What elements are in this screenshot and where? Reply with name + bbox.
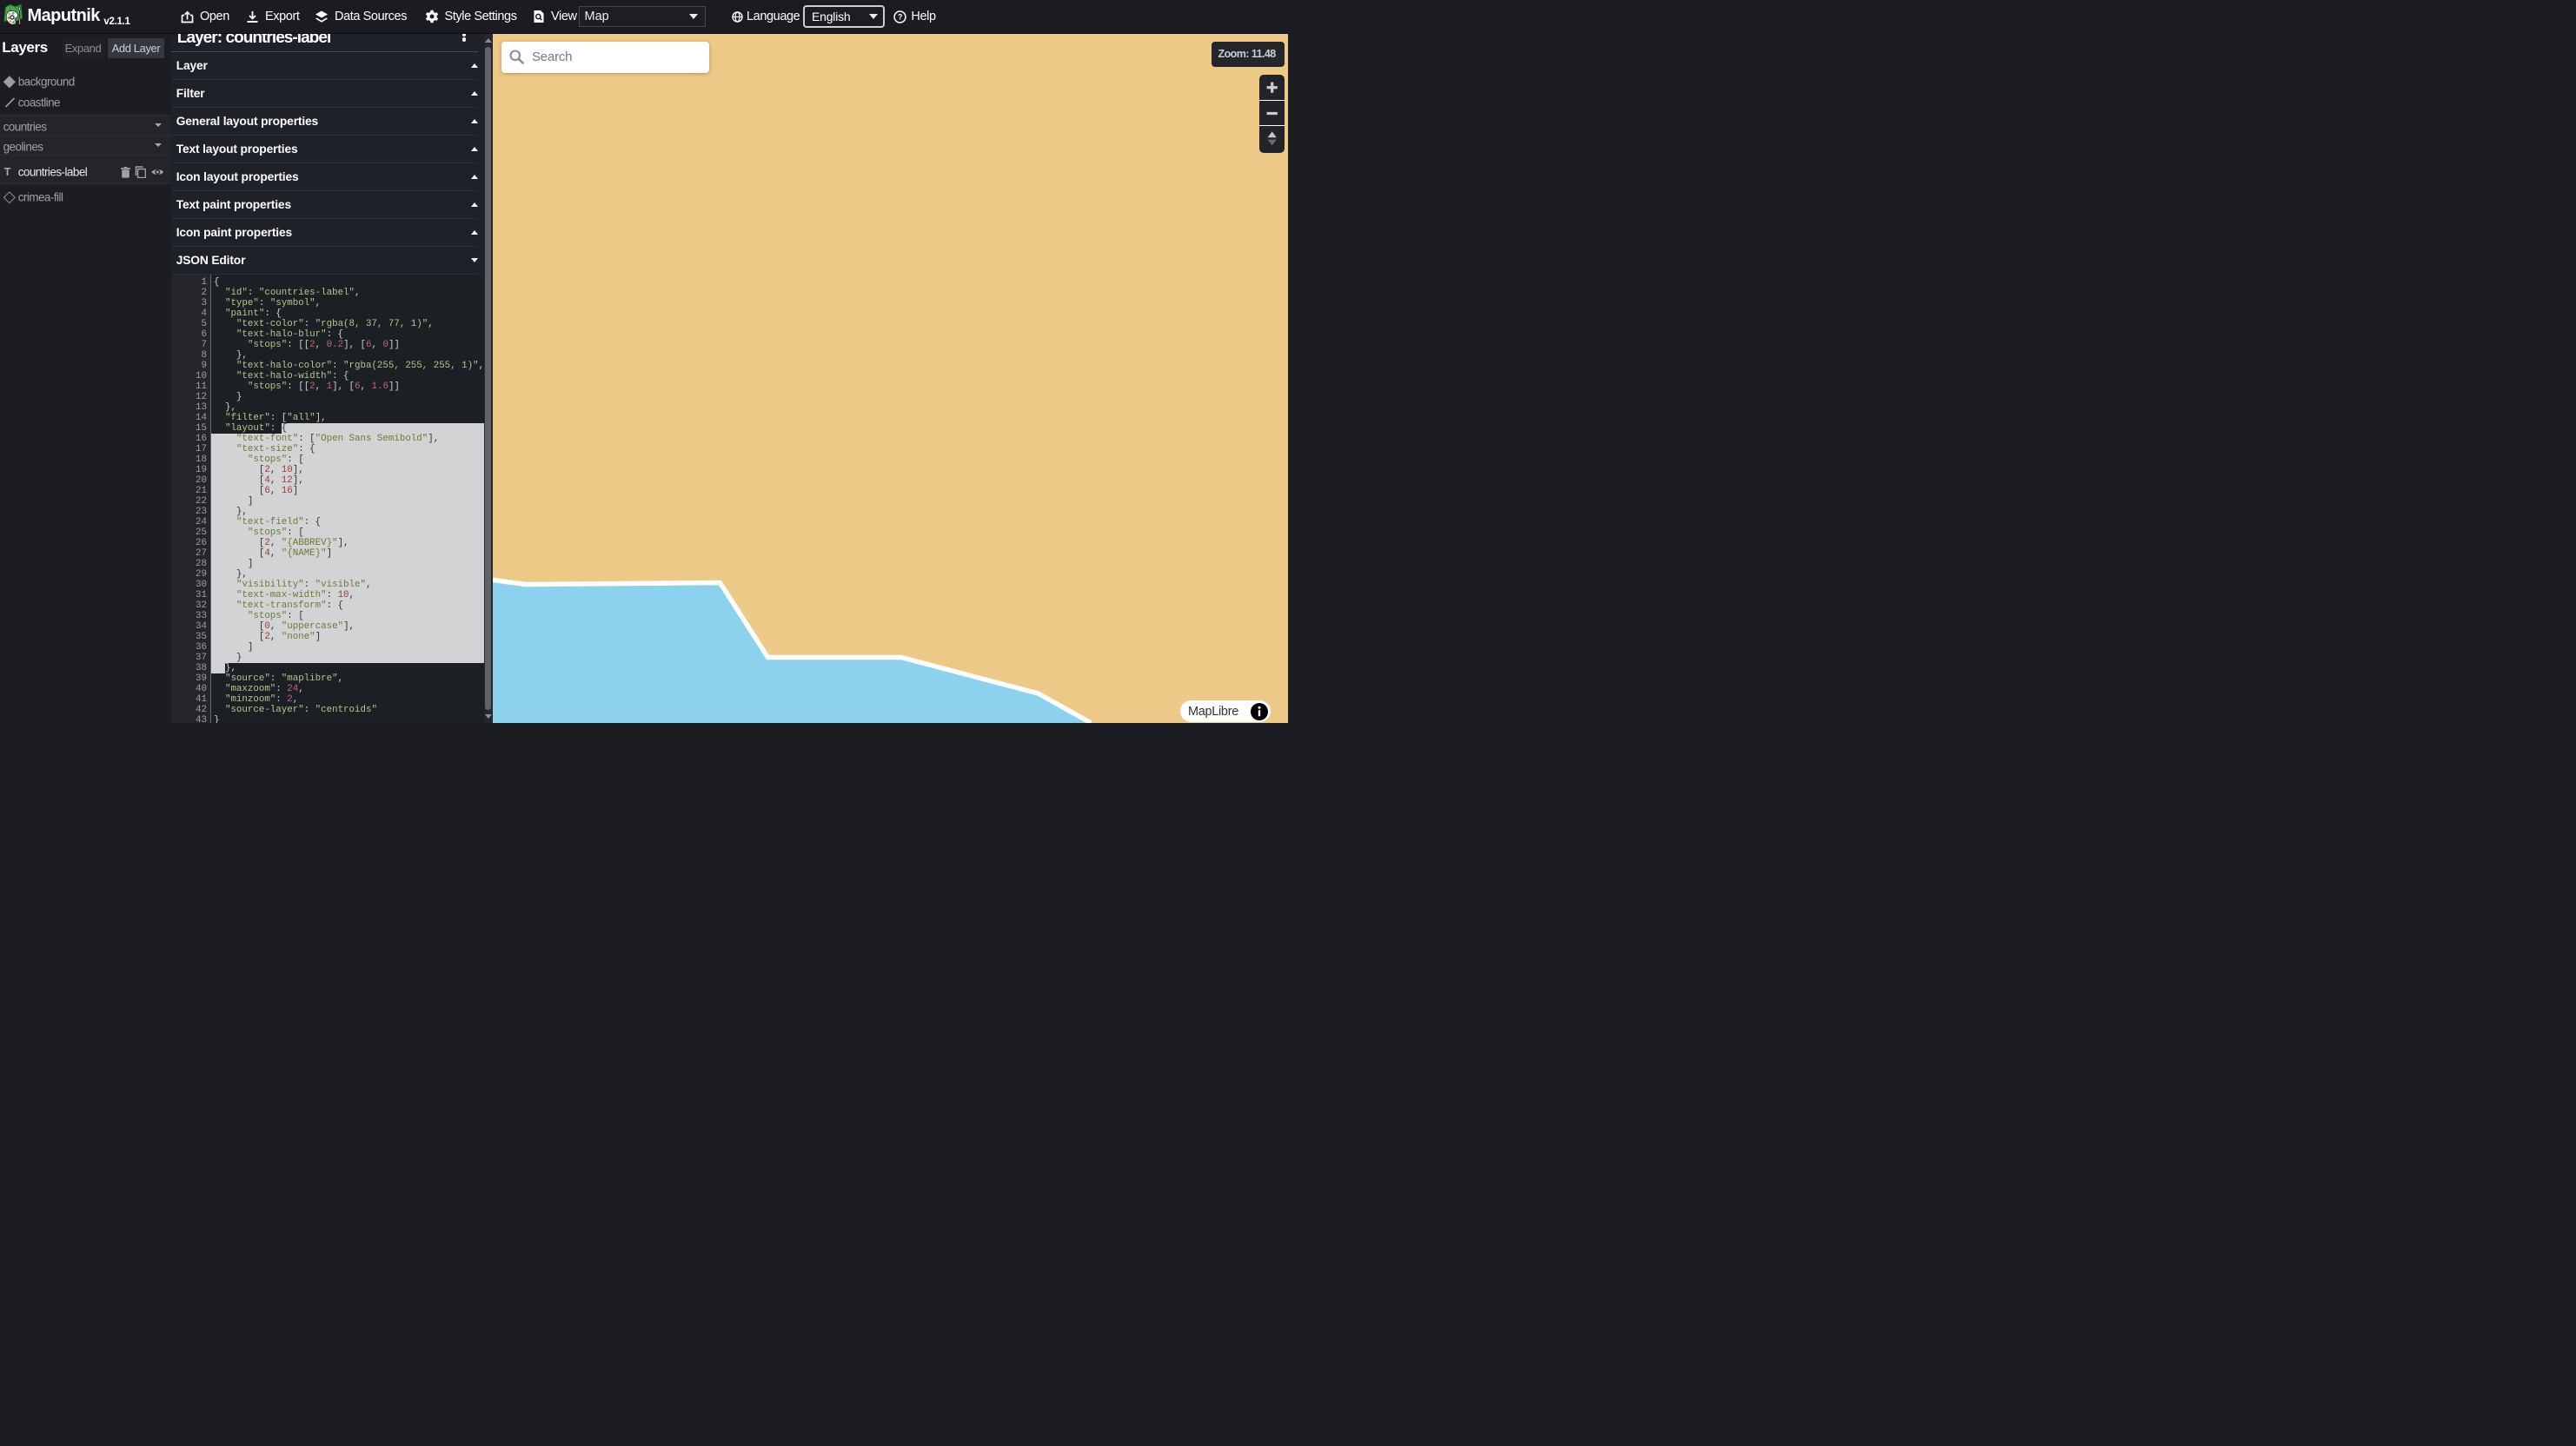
svg-text:?: ? [898,12,902,21]
